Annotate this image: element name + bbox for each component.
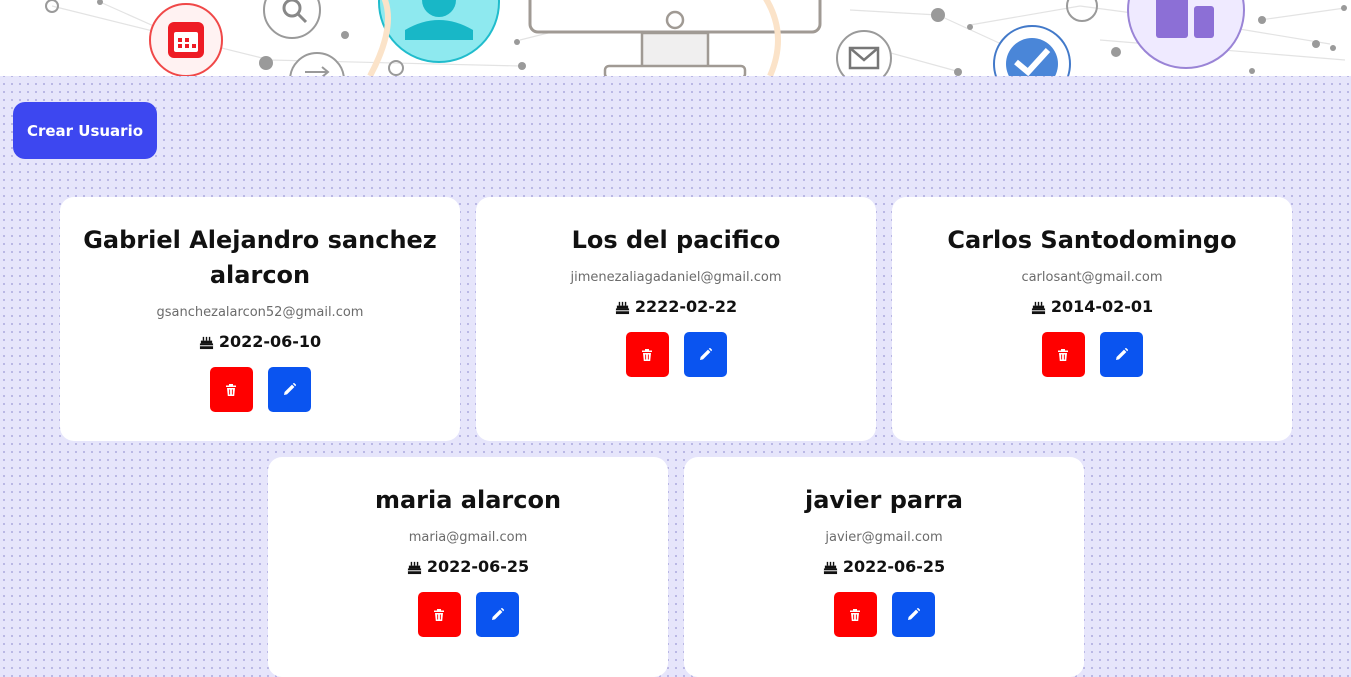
card-actions: [912, 332, 1272, 377]
user-card: Gabriel Alejandro sanchez alarcon gsanch…: [60, 197, 460, 441]
trash-icon: [1058, 348, 1068, 361]
user-name: javier parra: [804, 486, 963, 514]
user-email: carlosant@gmail.com: [1021, 270, 1163, 285]
edit-button[interactable]: [891, 592, 935, 637]
edit-button[interactable]: [475, 592, 519, 637]
trash-icon: [850, 608, 860, 621]
card-actions: [288, 592, 648, 637]
delete-button[interactable]: [625, 332, 669, 377]
cake-icon: [615, 301, 629, 314]
user-card: maria alarcon maria@gmail.com 2022-06-25: [268, 457, 668, 677]
birthdate-value: 2022-06-10: [218, 332, 322, 351]
birthdate-value: 2022-06-25: [426, 557, 530, 576]
edit-button[interactable]: [1099, 332, 1143, 377]
cake-icon: [1031, 301, 1045, 314]
card-actions: [80, 367, 440, 412]
card-actions: [496, 332, 856, 377]
pencil-icon: [283, 383, 296, 395]
user-email: jimenezaliagadaniel@gmail.com: [570, 270, 782, 285]
user-email: maria@gmail.com: [408, 530, 528, 545]
delete-button[interactable]: [417, 592, 461, 637]
user-birthdate: 2022-06-10: [80, 331, 440, 353]
user-card: Los del pacifico jimenezaliagadaniel@gma…: [476, 197, 876, 441]
birthdate-value: 2022-06-25: [842, 557, 946, 576]
create-user-button[interactable]: Crear Usuario: [13, 102, 157, 159]
delete-button[interactable]: [209, 367, 253, 412]
user-name: maria alarcon: [374, 486, 562, 514]
trash-icon: [434, 608, 444, 621]
delete-button[interactable]: [833, 592, 877, 637]
trash-icon: [642, 348, 652, 361]
user-birthdate: 2222-02-22: [496, 296, 856, 318]
user-email: javier@gmail.com: [825, 530, 943, 545]
cake-icon: [407, 561, 421, 574]
delete-button[interactable]: [1041, 332, 1085, 377]
birthdate-value: 2222-02-22: [634, 297, 738, 316]
header-banner: [0, 0, 1351, 76]
user-name: Los del pacifico: [571, 226, 781, 254]
user-birthdate: 2022-06-25: [704, 556, 1064, 578]
cake-icon: [199, 336, 213, 349]
pencil-icon: [907, 608, 920, 620]
trash-icon: [226, 383, 236, 396]
user-birthdate: 2022-06-25: [288, 556, 648, 578]
user-card: javier parra javier@gmail.com 2022-06-25: [684, 457, 1084, 677]
pencil-icon: [491, 608, 504, 620]
card-actions: [704, 592, 1064, 637]
user-name: Gabriel Alejandro sanchez alarcon: [83, 226, 437, 289]
edit-button[interactable]: [683, 332, 727, 377]
user-card: Carlos Santodomingo carlosant@gmail.com …: [892, 197, 1292, 441]
edit-button[interactable]: [267, 367, 311, 412]
birthdate-value: 2014-02-01: [1050, 297, 1154, 316]
pencil-icon: [699, 348, 712, 360]
user-name: Carlos Santodomingo: [947, 226, 1237, 254]
banner-illustration: [45, 0, 1347, 76]
user-birthdate: 2014-02-01: [912, 296, 1272, 318]
pencil-icon: [1115, 348, 1128, 360]
user-email: gsanchezalarcon52@gmail.com: [156, 305, 364, 320]
cake-icon: [823, 561, 837, 574]
